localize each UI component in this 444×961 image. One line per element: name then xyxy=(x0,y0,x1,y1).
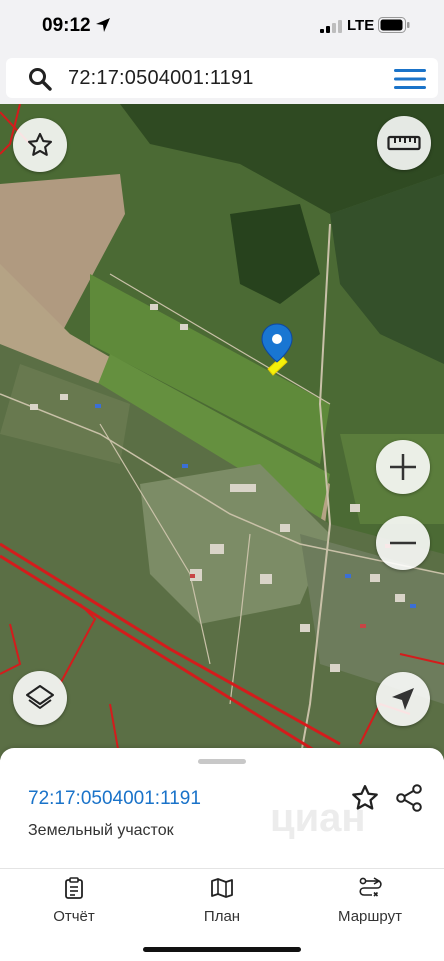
satellite-imagery xyxy=(0,104,444,760)
nav-route-label: Маршрут xyxy=(338,908,402,925)
search-bar[interactable]: 72:17:0504001:1191 xyxy=(6,58,438,98)
nav-plan[interactable]: План xyxy=(162,877,282,925)
search-icon[interactable] xyxy=(28,67,52,91)
my-location-button[interactable] xyxy=(376,672,430,726)
locate-icon xyxy=(392,688,414,710)
battery-icon xyxy=(378,17,410,33)
ruler-button[interactable] xyxy=(377,116,431,170)
route-icon xyxy=(359,877,382,897)
parcel-info-sheet[interactable]: циан 72:17:0504001:1191 Земельный участо… xyxy=(0,748,444,873)
nav-report[interactable]: Отчёт xyxy=(14,877,134,925)
location-arrow-icon xyxy=(96,18,110,32)
minus-icon xyxy=(390,541,416,545)
layers-button[interactable] xyxy=(13,671,67,725)
status-time: 09:12 xyxy=(42,15,91,36)
star-icon xyxy=(27,132,53,156)
home-indicator[interactable] xyxy=(143,947,301,952)
share-icon[interactable] xyxy=(394,783,424,813)
nav-report-label: Отчёт xyxy=(53,908,95,925)
map-icon xyxy=(211,878,233,898)
sheet-handle[interactable] xyxy=(198,759,246,764)
parcel-id[interactable]: 72:17:0504001:1191 xyxy=(28,788,201,810)
ruler-icon xyxy=(387,135,421,151)
parcel-type: Земельный участок xyxy=(28,822,174,839)
satellite-map[interactable] xyxy=(0,104,444,760)
report-icon xyxy=(65,877,83,899)
plus-icon xyxy=(390,454,416,480)
signal-icon xyxy=(320,20,342,33)
nav-route[interactable]: Маршрут xyxy=(310,877,430,925)
layers-icon xyxy=(26,685,54,709)
search-input[interactable]: 72:17:0504001:1191 xyxy=(68,67,254,90)
star-icon[interactable] xyxy=(350,783,380,813)
favorite-button[interactable] xyxy=(13,118,67,172)
zoom-in-button[interactable] xyxy=(376,440,430,494)
nav-plan-label: План xyxy=(203,908,241,925)
bottom-nav: Отчёт План Маршрут xyxy=(0,868,444,961)
network-label: LTE xyxy=(347,17,375,34)
status-bar: 09:12 LTE xyxy=(0,0,444,54)
menu-icon[interactable] xyxy=(394,69,426,89)
zoom-out-button[interactable] xyxy=(376,516,430,570)
